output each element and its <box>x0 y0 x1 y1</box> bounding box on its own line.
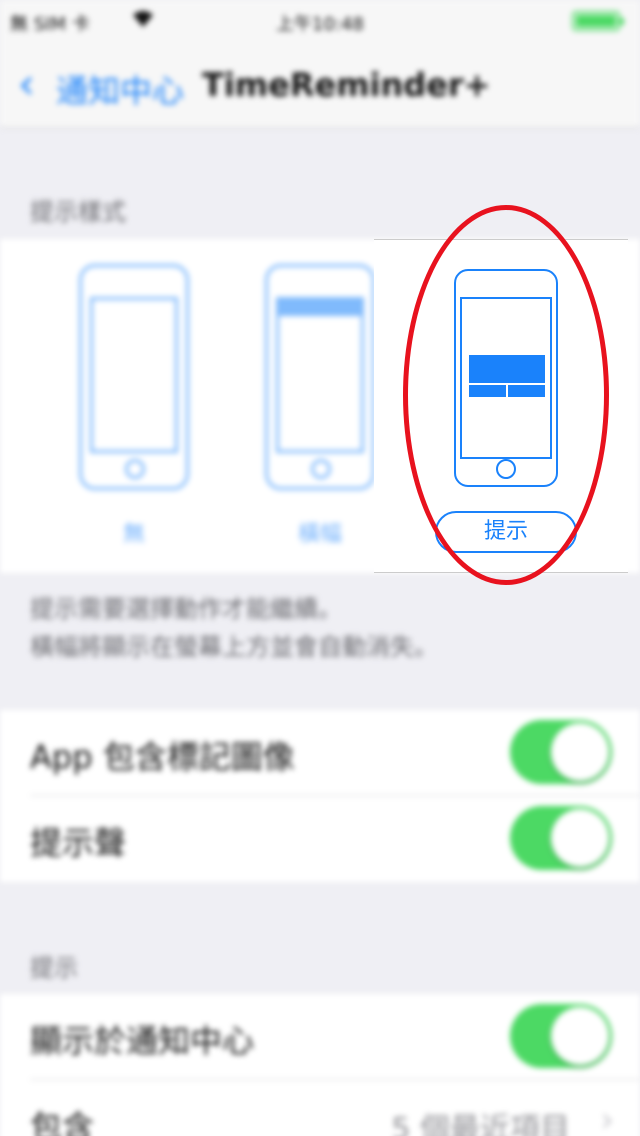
navigation-bar: ‹ 通知中心 TimeReminder+ <box>0 40 640 128</box>
show-in-notification-center-toggle[interactable] <box>510 1004 612 1068</box>
page-title: TimeReminder+ <box>202 66 491 104</box>
footer-line-1: 提示需要選擇動作才能繼續。 <box>30 595 342 623</box>
row-value: 5 個最近項目 <box>391 1112 570 1136</box>
battery-icon <box>572 11 624 31</box>
row-sounds: 提示聲 <box>0 796 640 882</box>
highlight-ellipse <box>403 205 609 585</box>
badge-app-icon-toggle[interactable] <box>510 720 612 784</box>
status-bar: 無 SIM 卡 上午10:48 <box>0 0 640 40</box>
row-badge-app-icon: App 包含標記圖像 <box>0 710 640 796</box>
row-label: 包含 <box>30 1108 95 1136</box>
alerts-section-header: 提示 <box>30 954 78 982</box>
row-label: 顯示於通知中心 <box>30 1022 255 1060</box>
row-include[interactable]: 包含 5 個最近項目 › <box>0 1080 640 1136</box>
alert-style-header: 提示樣式 <box>30 198 126 226</box>
alert-style-footer: 提示需要選擇動作才能繼續。 橫幅將顯示在螢幕上方並會自動消失。 <box>30 590 438 666</box>
style-option-banner[interactable] <box>265 264 375 490</box>
back-button[interactable]: 通知中心 <box>56 66 184 112</box>
row-label: 提示聲 <box>30 824 127 862</box>
status-time: 上午10:48 <box>276 14 364 35</box>
sounds-toggle[interactable] <box>510 806 612 870</box>
back-chevron-icon[interactable]: ‹ <box>18 63 42 105</box>
row-label: App 包含標記圖像 <box>30 738 295 776</box>
style-label-banner: 橫幅 <box>297 522 342 547</box>
style-label-none: 無 <box>122 522 145 547</box>
chevron-right-icon: › <box>600 1100 614 1136</box>
footer-line-2: 橫幅將顯示在螢幕上方並會自動消失。 <box>30 633 438 661</box>
row-show-in-notification-center: 顯示於通知中心 <box>0 994 640 1080</box>
wifi-icon <box>132 10 154 32</box>
style-option-none[interactable] <box>79 264 189 490</box>
